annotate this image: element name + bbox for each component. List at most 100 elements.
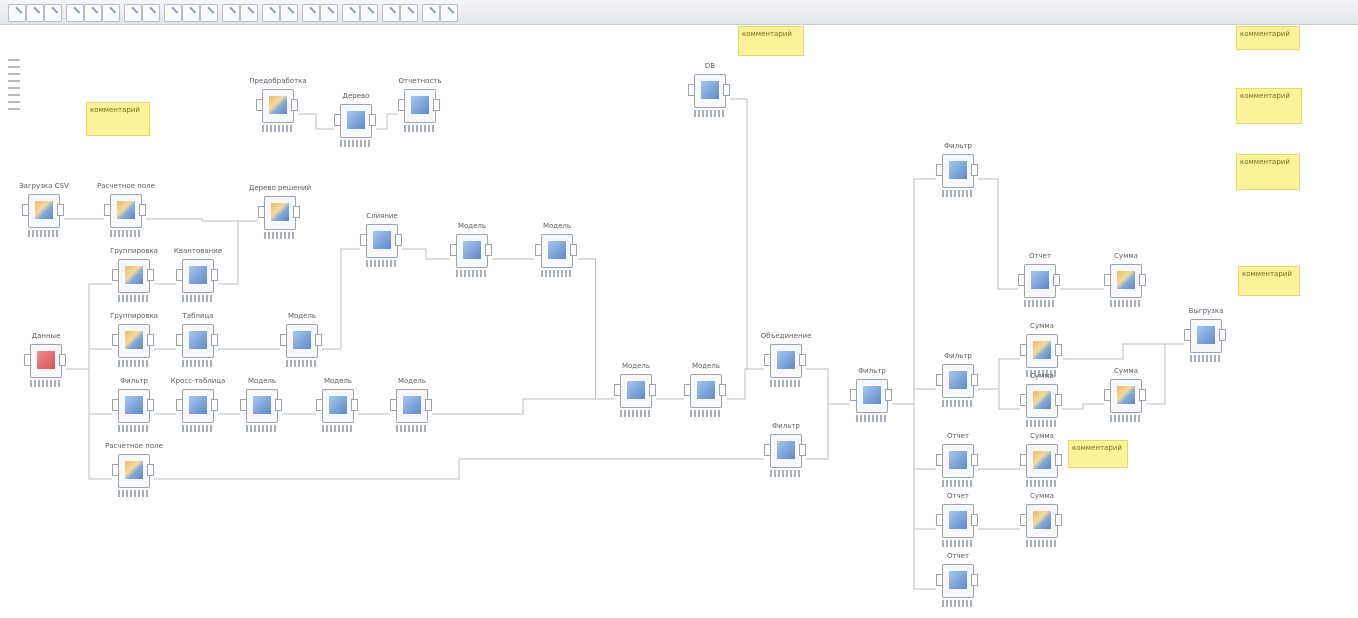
palette-item[interactable] — [8, 87, 20, 89]
workflow-node[interactable]: Сумма — [1104, 367, 1148, 433]
toolbar-btn[interactable] — [382, 4, 400, 22]
workflow-node[interactable]: Сумма — [1020, 432, 1064, 498]
output-port[interactable] — [57, 204, 64, 216]
toolbar-btn[interactable] — [280, 4, 298, 22]
workflow-node[interactable]: Фильтр — [936, 352, 980, 418]
sticky-note[interactable]: комментарий — [86, 102, 150, 136]
output-port[interactable] — [649, 384, 656, 396]
palette-item[interactable] — [8, 101, 20, 103]
output-port[interactable] — [1139, 274, 1146, 286]
output-port[interactable] — [971, 514, 978, 526]
workflow-node[interactable]: Расчетное поле — [105, 442, 163, 508]
output-port[interactable] — [275, 399, 282, 411]
sticky-note[interactable]: комментарий — [1068, 440, 1128, 468]
workflow-node[interactable]: Дерево решений — [249, 184, 311, 250]
output-port[interactable] — [799, 354, 806, 366]
workflow-node[interactable]: Выгрузка — [1184, 307, 1228, 373]
toolbar-btn[interactable] — [262, 4, 280, 22]
output-port[interactable] — [291, 99, 298, 111]
palette-item[interactable] — [8, 73, 20, 75]
toolbar-btn[interactable] — [302, 4, 320, 22]
palette-item[interactable] — [8, 94, 20, 96]
workflow-node[interactable]: Квантование — [174, 247, 222, 313]
output-port[interactable] — [147, 464, 154, 476]
workflow-node[interactable]: Группировка — [110, 247, 158, 313]
output-port[interactable] — [719, 384, 726, 396]
toolbar-btn[interactable] — [342, 4, 360, 22]
workflow-node[interactable]: Сумма — [1020, 492, 1064, 558]
workflow-node[interactable]: Данные — [24, 332, 68, 398]
workflow-node[interactable]: Сумма — [1104, 252, 1148, 318]
workflow-node[interactable]: Отчет — [936, 492, 980, 558]
output-port[interactable] — [369, 114, 376, 126]
workflow-node[interactable]: Отчет — [1018, 252, 1062, 318]
output-port[interactable] — [1055, 454, 1062, 466]
output-port[interactable] — [211, 399, 218, 411]
toolbar-btn[interactable] — [102, 4, 120, 22]
toolbar-btn[interactable] — [440, 4, 458, 22]
output-port[interactable] — [433, 99, 440, 111]
workflow-node[interactable]: Загрузка CSV — [19, 182, 69, 248]
output-port[interactable] — [395, 234, 402, 246]
toolbar-btn[interactable] — [222, 4, 240, 22]
output-port[interactable] — [147, 399, 154, 411]
output-port[interactable] — [1055, 344, 1062, 356]
palette-item[interactable] — [8, 108, 20, 110]
output-port[interactable] — [723, 84, 730, 96]
toolbar-btn[interactable] — [44, 4, 62, 22]
output-port[interactable] — [1139, 389, 1146, 401]
workflow-node[interactable]: Модель — [316, 377, 360, 443]
output-port[interactable] — [885, 389, 892, 401]
output-port[interactable] — [1055, 514, 1062, 526]
toolbar-btn[interactable] — [8, 4, 26, 22]
toolbar-btn[interactable] — [182, 4, 200, 22]
output-port[interactable] — [147, 269, 154, 281]
sticky-note[interactable]: комментарий — [1236, 26, 1300, 50]
toolbar-btn[interactable] — [422, 4, 440, 22]
toolbar-btn[interactable] — [124, 4, 142, 22]
toolbar-btn[interactable] — [142, 4, 160, 22]
workflow-node[interactable]: Кросс-таблица — [171, 377, 225, 443]
output-port[interactable] — [971, 574, 978, 586]
workflow-node[interactable]: Слияние — [360, 212, 404, 278]
output-port[interactable] — [211, 334, 218, 346]
palette-item[interactable] — [8, 66, 20, 68]
output-port[interactable] — [147, 334, 154, 346]
toolbar-btn[interactable] — [240, 4, 258, 22]
output-port[interactable] — [1053, 274, 1060, 286]
workflow-node[interactable]: Дерево — [334, 92, 378, 158]
output-port[interactable] — [293, 206, 300, 218]
output-port[interactable] — [315, 334, 322, 346]
sticky-note[interactable]: комментарий — [1238, 266, 1300, 296]
toolbar-btn[interactable] — [84, 4, 102, 22]
workflow-node[interactable]: Группировка — [110, 312, 158, 378]
output-port[interactable] — [211, 269, 218, 281]
output-port[interactable] — [59, 354, 66, 366]
output-port[interactable] — [1055, 394, 1062, 406]
toolbar-btn[interactable] — [320, 4, 338, 22]
workflow-node[interactable]: Модель — [450, 222, 494, 288]
toolbar-btn[interactable] — [164, 4, 182, 22]
toolbar-btn[interactable] — [200, 4, 218, 22]
palette-item[interactable] — [8, 59, 20, 61]
output-port[interactable] — [1219, 329, 1226, 341]
output-port[interactable] — [425, 399, 432, 411]
output-port[interactable] — [799, 444, 806, 456]
sticky-note[interactable]: комментарий — [1236, 154, 1300, 190]
workflow-node[interactable]: Модель — [684, 362, 728, 428]
workflow-node[interactable]: Сумма — [1020, 372, 1064, 438]
workflow-node[interactable]: Фильтр — [112, 377, 156, 443]
workflow-node[interactable]: Фильтр — [936, 142, 980, 208]
toolbar-btn[interactable] — [360, 4, 378, 22]
toolbar-btn[interactable] — [66, 4, 84, 22]
output-port[interactable] — [139, 204, 146, 216]
sticky-note[interactable]: комментарий — [1236, 88, 1302, 124]
output-port[interactable] — [570, 244, 577, 256]
workflow-node[interactable]: Фильтр — [764, 422, 808, 488]
output-port[interactable] — [971, 164, 978, 176]
workflow-node[interactable]: Модель — [280, 312, 324, 378]
workflow-node[interactable]: Отчет — [936, 432, 980, 498]
workflow-node[interactable]: Модель — [240, 377, 284, 443]
workflow-node[interactable]: Модель — [614, 362, 658, 428]
workflow-node[interactable]: Отчет — [936, 552, 980, 618]
